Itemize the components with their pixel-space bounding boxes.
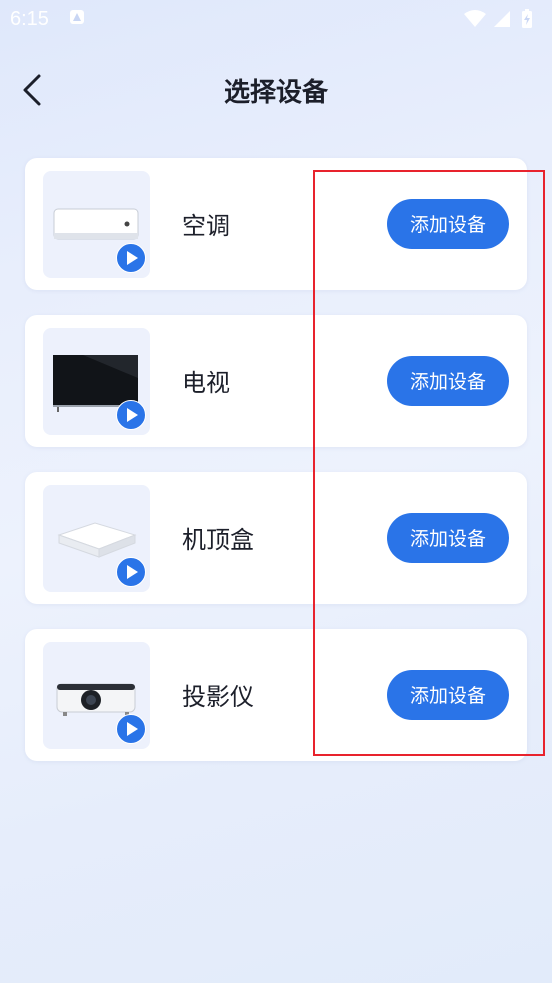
status-indicators <box>462 8 544 34</box>
page-title: 选择设备 <box>223 78 328 108</box>
device-thumbnail[interactable] <box>43 642 150 749</box>
play-icon[interactable] <box>116 243 146 273</box>
status-time: 6:15 <box>10 8 49 30</box>
add-device-button[interactable]: 添加设备 <box>387 199 509 249</box>
device-card-set-top-box[interactable]: 机顶盒 添加设备 <box>25 472 527 604</box>
device-name: 投影仪 <box>182 683 254 711</box>
status-bar: 6:15 <box>0 0 552 36</box>
battery-icon <box>522 9 532 28</box>
device-card-air-conditioner[interactable]: 空调 添加设备 <box>25 158 527 290</box>
device-list: 空调 添加设备 电视 添加设备 机顶盒 添加设备 投影仪 添加设备 <box>25 158 527 786</box>
add-device-button[interactable]: 添加设备 <box>387 356 509 406</box>
device-thumbnail[interactable] <box>43 328 150 435</box>
header: 选择设备 <box>0 60 552 120</box>
signal-icon <box>494 11 510 27</box>
play-icon[interactable] <box>116 400 146 430</box>
play-icon[interactable] <box>116 557 146 587</box>
device-name: 空调 <box>182 212 230 240</box>
add-device-button[interactable]: 添加设备 <box>387 513 509 563</box>
device-name: 机顶盒 <box>182 526 254 554</box>
add-device-button[interactable]: 添加设备 <box>387 670 509 720</box>
device-card-television[interactable]: 电视 添加设备 <box>25 315 527 447</box>
device-thumbnail[interactable] <box>43 485 150 592</box>
notification-app-icon <box>70 10 84 24</box>
device-thumbnail[interactable] <box>43 171 150 278</box>
wifi-icon <box>464 10 486 27</box>
device-card-projector[interactable]: 投影仪 添加设备 <box>25 629 527 761</box>
play-icon[interactable] <box>116 714 146 744</box>
device-name: 电视 <box>182 369 230 397</box>
